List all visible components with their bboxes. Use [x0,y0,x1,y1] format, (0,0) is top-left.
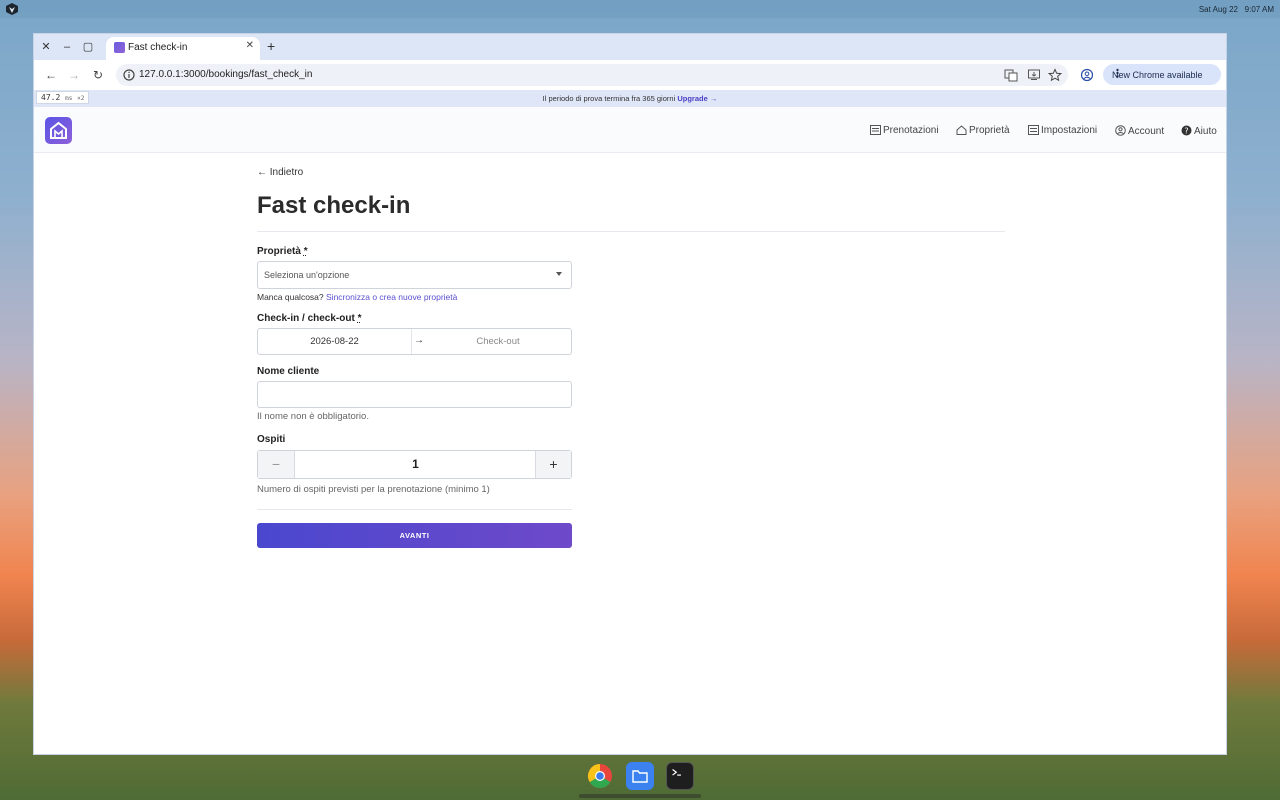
nav-properties[interactable]: Proprietà [956,125,1010,136]
bookmark-star-icon[interactable] [1048,68,1062,82]
window-close-icon[interactable]: ✕ [39,40,53,54]
home-icon [956,125,967,135]
sliders-icon [1028,125,1039,135]
name-help: Il nome non è obbligatorio. [257,411,369,422]
chrome-dock-icon[interactable] [586,762,614,790]
increment-button[interactable]: + [535,451,571,478]
nav-help-label: Aiuto [1194,126,1217,137]
system-menu-icon[interactable] [6,3,18,15]
property-hint-text: Manca qualcosa? [257,292,324,302]
arrow-right-icon: → [414,335,424,346]
folder-icon [632,770,648,783]
property-label-text: Proprietà [257,246,301,257]
name-label: Nome cliente [257,366,320,377]
nav-bookings[interactable]: Prenotazioni [870,125,939,136]
tab-strip: ✕ – ▢ Fast check-in ✕ + [34,34,1226,60]
trial-banner: Il periodo di prova termina fra 365 gior… [34,90,1226,107]
perf-unit: ms [65,95,73,102]
back-arrow-icon: ← [257,167,267,178]
list-icon [870,125,881,135]
site-info-icon[interactable] [122,68,136,82]
files-dock-icon[interactable] [626,762,654,790]
nav-settings[interactable]: Impostazioni [1028,125,1097,136]
window-maximize-icon[interactable]: ▢ [81,40,95,54]
house-logo-icon [50,121,67,139]
customer-name-input[interactable] [257,381,572,408]
dock [583,760,701,794]
perf-multiplier: ×2 [77,95,85,102]
nav-properties-label: Proprietà [969,125,1010,136]
address-bar[interactable]: 127.0.0.1:3000/bookings/fast_check_in [116,64,1068,86]
profile-icon[interactable] [1080,68,1094,82]
back-link[interactable]: ← Indietro [257,167,303,178]
required-marker: * [357,313,362,324]
page-title: Fast check-in [257,192,411,219]
nav-help[interactable]: ? Aiuto [1181,125,1217,137]
reload-icon[interactable]: ↻ [90,67,106,83]
checkout-input[interactable]: Check-out [424,329,572,354]
guests-help: Numero di ospiti previsti per la prenota… [257,484,490,495]
guests-stepper: − 1 + [257,450,572,479]
user-circle-icon [1115,125,1126,136]
property-hint: Manca qualcosa? Sincronizza o crea nuove… [257,292,457,302]
perf-badge: 47.2 ms ×2 [36,91,90,104]
next-button[interactable]: AVANTI [257,523,572,548]
title-divider [257,231,1005,232]
new-chrome-available-button[interactable]: New Chrome available ⋮ [1103,64,1221,85]
chrome-icon [587,764,612,789]
browser-window: ✕ – ▢ Fast check-in ✕ + ← → ↻ 127.0.0.1:… [33,33,1227,755]
guests-label: Ospiti [257,434,286,445]
question-circle-icon: ? [1181,125,1192,136]
nav-bookings-label: Prenotazioni [883,125,939,136]
upgrade-link[interactable]: Upgrade → [677,94,717,103]
url-text[interactable]: 127.0.0.1:3000/bookings/fast_check_in [139,69,312,80]
sync-properties-link[interactable]: Sincronizza o crea nuove proprietà [326,292,457,302]
nav-settings-label: Impostazioni [1041,125,1098,136]
nav-account[interactable]: Account [1115,125,1164,137]
new-tab-icon[interactable]: + [267,38,275,54]
checkin-input[interactable]: 2026-08-22 [258,329,412,354]
property-select[interactable]: Seleziona un'opzione [257,261,572,289]
app-header: Prenotazioni Proprietà Impostazioni Acco… [34,107,1226,153]
terminal-icon [672,769,681,776]
perf-value: 47.2 [41,93,61,102]
kebab-menu-icon: ⋮ [1112,68,1123,80]
dates-label-text: Check-in / check-out [257,313,355,324]
browser-toolbar: ← → ↻ 127.0.0.1:3000/bookings/fast_check… [34,60,1226,90]
property-select-placeholder: Seleziona un'opzione [264,270,350,280]
dock-indicator [579,794,701,798]
app-logo[interactable] [45,117,72,144]
tab-close-icon[interactable]: ✕ [246,40,254,51]
property-label: Proprietà * [257,246,308,257]
date-range-picker[interactable]: 2026-08-22 → Check-out [257,328,572,355]
install-app-icon[interactable] [1027,68,1041,82]
translate-icon[interactable] [1004,68,1018,82]
chevron-down-icon [556,272,562,276]
system-clock: 9:07 AM [1244,5,1274,14]
guests-value[interactable]: 1 [295,451,536,478]
nav-account-label: Account [1128,126,1165,137]
forward-arrow-icon[interactable]: → [66,67,82,83]
window-minimize-icon[interactable]: – [60,40,74,54]
tab-title: Fast check-in [128,42,188,53]
tab-fast-check-in[interactable]: Fast check-in ✕ [106,37,260,60]
dates-label: Check-in / check-out * [257,313,362,324]
back-arrow-icon[interactable]: ← [43,67,59,83]
system-date: Sat Aug 22 [1198,5,1238,14]
system-top-bar: Sat Aug 22 9:07 AM [0,0,1280,18]
required-marker: * [303,246,308,257]
decrement-button[interactable]: − [258,451,295,478]
trial-text: Il periodo di prova termina fra 365 gior… [542,94,676,103]
terminal-dock-icon[interactable] [666,762,694,790]
app-favicon-icon [114,42,125,53]
form-divider [257,509,572,510]
svg-text:?: ? [1184,126,1188,135]
back-link-label: Indietro [269,167,304,178]
